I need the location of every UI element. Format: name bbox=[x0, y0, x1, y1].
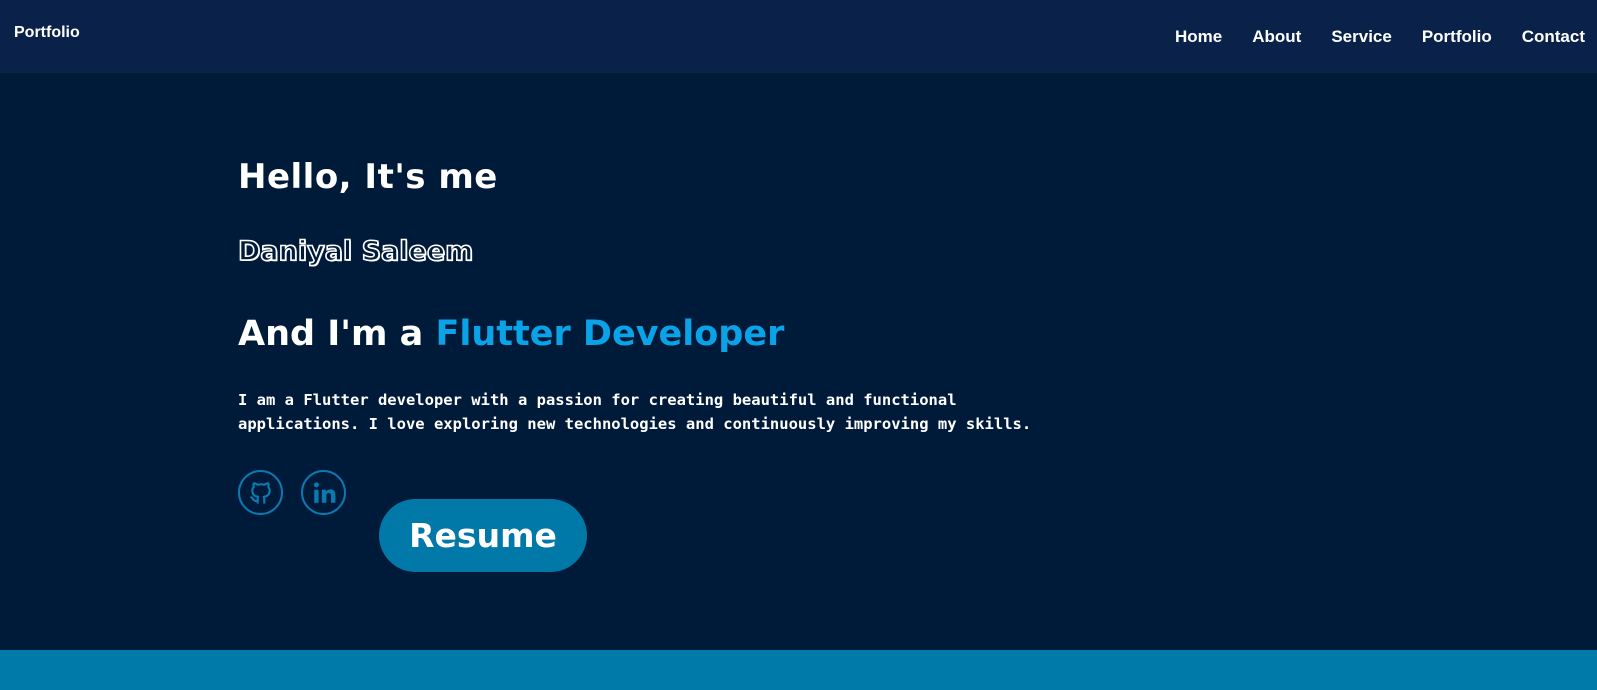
nav-link-contact[interactable]: Contact bbox=[1522, 27, 1585, 47]
linkedin-icon bbox=[311, 480, 337, 506]
hero-role: And I'm a Flutter Developer bbox=[238, 314, 784, 354]
top-navbar: Portfolio Home About Service Portfolio C… bbox=[0, 0, 1597, 73]
hero-bio: I am a Flutter developer with a passion … bbox=[238, 391, 1032, 433]
nav-link-about[interactable]: About bbox=[1252, 27, 1301, 47]
linkedin-link[interactable] bbox=[301, 470, 346, 515]
nav-link-portfolio[interactable]: Portfolio bbox=[1422, 27, 1492, 47]
resume-button[interactable]: Resume bbox=[379, 499, 587, 572]
next-section-band bbox=[0, 650, 1597, 690]
github-icon bbox=[248, 480, 274, 506]
role-highlight: Flutter Developer bbox=[435, 314, 785, 354]
nav-link-service[interactable]: Service bbox=[1331, 27, 1392, 47]
hero-section: Hello, It's me Daniyal Saleem And I'm a … bbox=[0, 73, 1597, 650]
nav-links: Home About Service Portfolio Contact bbox=[1175, 0, 1585, 73]
github-link[interactable] bbox=[238, 470, 283, 515]
hero-greeting: Hello, It's me bbox=[238, 157, 498, 197]
role-prefix: And I'm a bbox=[238, 314, 436, 354]
hero-name: Daniyal Saleem bbox=[237, 235, 474, 268]
nav-link-home[interactable]: Home bbox=[1175, 27, 1222, 47]
brand-logo-text[interactable]: Portfolio bbox=[14, 24, 80, 42]
